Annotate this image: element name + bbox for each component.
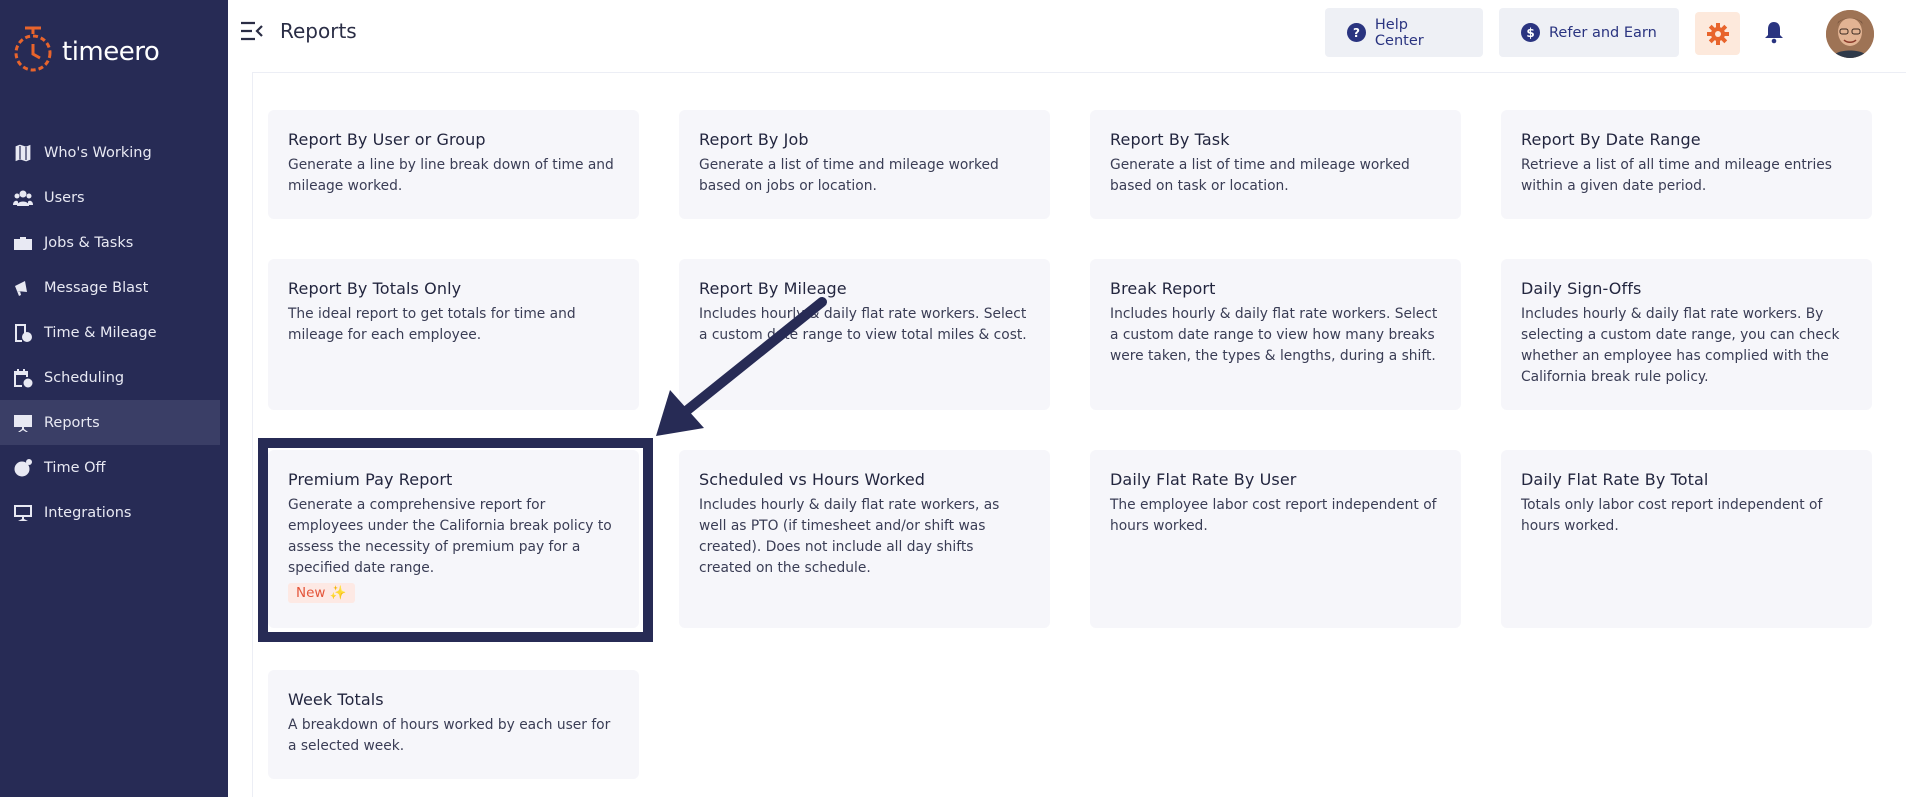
report-card-description: Retrieve a list of all time and mileage … [1521, 157, 1832, 194]
sidebar-item-reports[interactable]: Reports [0, 400, 220, 445]
question-icon: ? [1347, 23, 1366, 42]
pointer-arrow-icon [656, 297, 827, 436]
report-card-title: Report By Job [699, 130, 809, 149]
sidebar: timeero Who's Working Users Jobs & Tasks… [0, 0, 228, 797]
timeero-logo-icon [14, 26, 52, 72]
sidebar-item-whos-working[interactable]: Who's Working [0, 130, 228, 175]
report-card-scheduled-vs-hours[interactable]: Scheduled vs Hours Worked Includes hourl… [679, 450, 1050, 628]
report-card-task[interactable]: Report By Task Generate a list of time a… [1090, 110, 1461, 219]
report-card-daily-flat-rate-user[interactable]: Daily Flat Rate By User The employee lab… [1090, 450, 1461, 628]
report-card-title: Report By User or Group [288, 130, 486, 149]
sidebar-item-label: Reports [44, 414, 100, 431]
sidebar-item-label: Integrations [44, 504, 132, 521]
sidebar-item-time-mileage[interactable]: Time & Mileage [0, 310, 228, 355]
gear-icon [1706, 22, 1729, 45]
megaphone-icon [12, 277, 34, 299]
sidebar-item-label: Jobs & Tasks [44, 234, 134, 251]
dollar-icon: $ [1521, 23, 1540, 42]
report-card-date-range[interactable]: Report By Date Range Retrieve a list of … [1501, 110, 1872, 219]
sidebar-nav: Who's Working Users Jobs & Tasks Message… [0, 130, 228, 535]
brand-logo[interactable]: timeero [10, 24, 160, 80]
report-card-week-totals[interactable]: Week Totals A breakdown of hours worked … [268, 670, 639, 779]
report-card-description: Generate a list of time and mileage work… [1110, 157, 1410, 194]
report-card-title: Daily Flat Rate By Total [1521, 470, 1709, 489]
report-card-description: Generate a list of time and mileage work… [699, 157, 999, 194]
report-card-title: Report By Task [1110, 130, 1230, 149]
report-card-title: Report By Totals Only [288, 279, 462, 298]
report-card-description: Totals only labor cost report independen… [1521, 497, 1823, 534]
report-card-description: A breakdown of hours worked by each user… [288, 717, 611, 754]
time-off-icon [12, 457, 34, 479]
report-card-daily-sign-offs[interactable]: Daily Sign-Offs Includes hourly & daily … [1501, 259, 1872, 410]
briefcase-icon [12, 232, 34, 254]
users-icon [12, 187, 34, 209]
page-title: Reports [280, 19, 357, 43]
report-card-description: The ideal report to get totals for time … [288, 306, 576, 343]
report-card-description: Includes hourly & daily flat rate worker… [1521, 306, 1840, 385]
menu-collapse-icon[interactable] [240, 20, 264, 42]
calendar-icon [12, 367, 34, 389]
report-card-title: Report By Date Range [1521, 130, 1701, 149]
sidebar-item-label: Users [44, 189, 85, 206]
sidebar-item-label: Time & Mileage [44, 324, 157, 341]
report-card-break[interactable]: Break Report Includes hourly & daily fla… [1090, 259, 1461, 410]
sidebar-item-label: Time Off [44, 459, 106, 476]
brand-name: timeero [62, 37, 160, 67]
integrations-icon [12, 502, 34, 524]
sidebar-item-users[interactable]: Users [0, 175, 228, 220]
report-card-description: Generate a line by line break down of ti… [288, 157, 614, 194]
sidebar-item-label: Who's Working [44, 144, 152, 161]
report-card-description: Includes hourly & daily flat rate worker… [1110, 306, 1438, 364]
sidebar-item-scheduling[interactable]: Scheduling [0, 355, 228, 400]
report-card-title: Daily Sign-Offs [1521, 279, 1642, 298]
report-card-title: Scheduled vs Hours Worked [699, 470, 926, 489]
sidebar-item-integrations[interactable]: Integrations [0, 490, 228, 535]
highlight-box [258, 438, 653, 642]
report-card-description: Includes hourly & daily flat rate worker… [699, 497, 1000, 576]
sidebar-item-label: Scheduling [44, 369, 125, 386]
refer-and-earn-button[interactable]: $ Refer and Earn [1499, 8, 1679, 57]
report-card-title: Week Totals [288, 690, 384, 709]
sidebar-item-time-off[interactable]: Time Off [0, 445, 228, 490]
refer-and-earn-label: Refer and Earn [1549, 24, 1657, 41]
report-card-totals-only[interactable]: Report By Totals Only The ideal report t… [268, 259, 639, 410]
sidebar-item-message-blast[interactable]: Message Blast [0, 265, 228, 310]
report-card-user-group[interactable]: Report By User or Group Generate a line … [268, 110, 639, 219]
settings-button[interactable] [1695, 12, 1740, 55]
top-header: Reports ? Help Center $ Refer and Earn [228, 0, 1906, 64]
user-avatar[interactable] [1826, 10, 1874, 58]
map-icon [12, 142, 34, 164]
sidebar-item-label: Message Blast [44, 279, 149, 296]
presentation-icon [12, 412, 34, 434]
report-card-title: Break Report [1110, 279, 1216, 298]
report-card-title: Daily Flat Rate By User [1110, 470, 1297, 489]
help-center-label: Help Center [1374, 16, 1424, 49]
report-card-description: The employee labor cost report independe… [1110, 497, 1437, 534]
report-card-job[interactable]: Report By Job Generate a list of time an… [679, 110, 1050, 219]
help-center-button[interactable]: ? Help Center [1325, 8, 1483, 57]
notification-bell-icon[interactable] [1762, 20, 1786, 44]
sidebar-item-jobs-tasks[interactable]: Jobs & Tasks [0, 220, 228, 265]
report-card-daily-flat-rate-total[interactable]: Daily Flat Rate By Total Totals only lab… [1501, 450, 1872, 628]
timesheet-icon [12, 322, 34, 344]
